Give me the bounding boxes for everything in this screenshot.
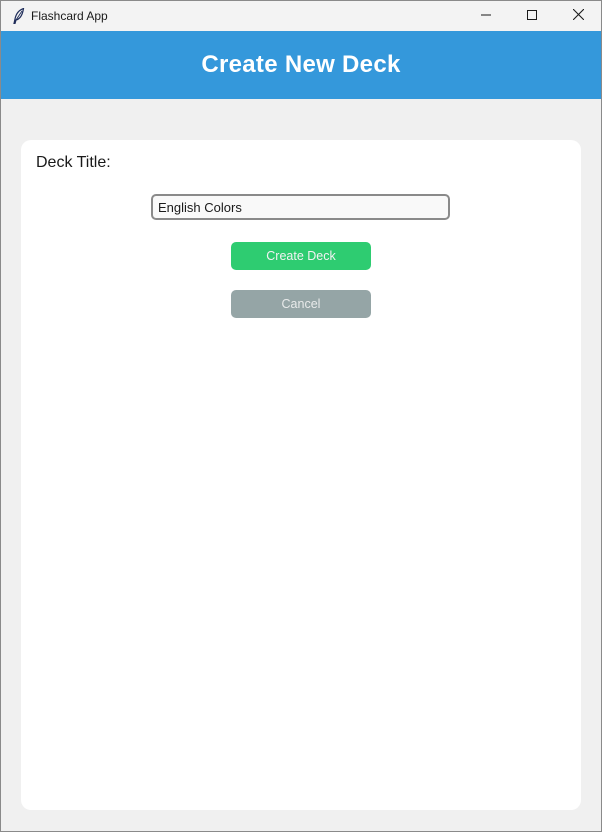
close-button[interactable]	[555, 1, 601, 31]
minimize-icon	[481, 7, 491, 25]
deck-title-input[interactable]	[151, 194, 450, 220]
app-window: Flashcard App Create New Deck Deck Title…	[0, 0, 602, 832]
cancel-button[interactable]: Cancel	[231, 290, 371, 318]
form-card: Deck Title: Create Deck Cancel	[21, 140, 581, 810]
deck-title-label: Deck Title:	[36, 154, 111, 171]
page-title: Create New Deck	[201, 51, 401, 78]
window-title: Flashcard App	[31, 9, 108, 23]
page-header: Create New Deck	[1, 31, 601, 99]
maximize-icon	[527, 7, 537, 25]
maximize-button[interactable]	[509, 1, 555, 31]
title-bar[interactable]: Flashcard App	[1, 1, 601, 31]
minimize-button[interactable]	[463, 1, 509, 31]
feather-icon	[11, 8, 27, 24]
close-icon	[572, 7, 584, 25]
window-controls	[463, 1, 601, 31]
create-deck-button[interactable]: Create Deck	[231, 242, 371, 270]
